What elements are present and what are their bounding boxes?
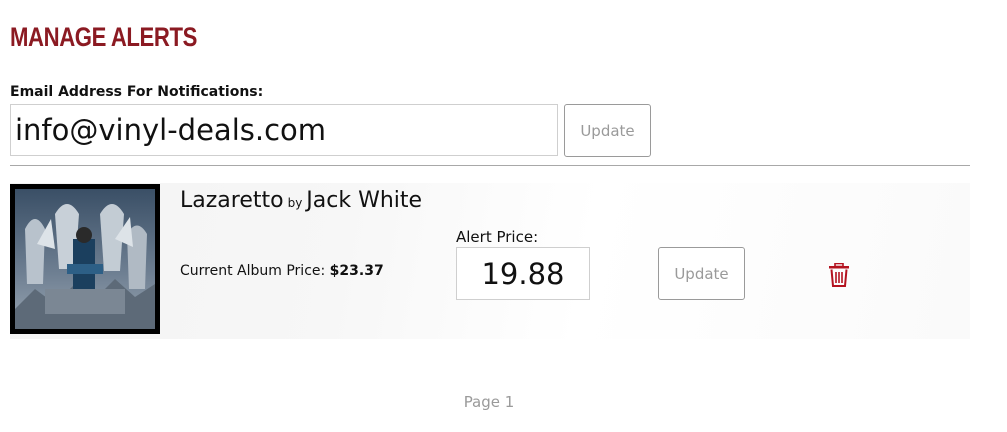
alert-price-input[interactable] (456, 247, 590, 300)
alert-row: Lazaretto by Jack White Current Album Pric… (10, 183, 970, 339)
page-title: Manage Alerts (10, 22, 197, 52)
pagination: Page 1 (0, 393, 978, 411)
email-update-button[interactable]: Update (564, 104, 651, 157)
page-indicator: Page 1 (463, 393, 515, 411)
album-cover (10, 184, 160, 334)
album-name: Lazaretto (180, 188, 284, 213)
alert-update-button[interactable]: Update (658, 247, 745, 300)
divider (10, 165, 970, 166)
current-album-price: Current Album Price: $23.37 (180, 263, 384, 279)
artist-name: Jack White (306, 188, 423, 213)
album-title-line: Lazaretto by Jack White (180, 188, 422, 213)
email-label: Email Address For Notifications: (10, 84, 264, 100)
current-price-value: $23.37 (329, 263, 384, 279)
album-art-image (15, 189, 155, 329)
email-input[interactable] (10, 104, 558, 156)
by-text: by (287, 196, 303, 210)
trash-icon[interactable] (828, 263, 850, 287)
alert-price-label: Alert Price: (456, 228, 539, 246)
current-price-label: Current Album Price: (180, 263, 326, 279)
